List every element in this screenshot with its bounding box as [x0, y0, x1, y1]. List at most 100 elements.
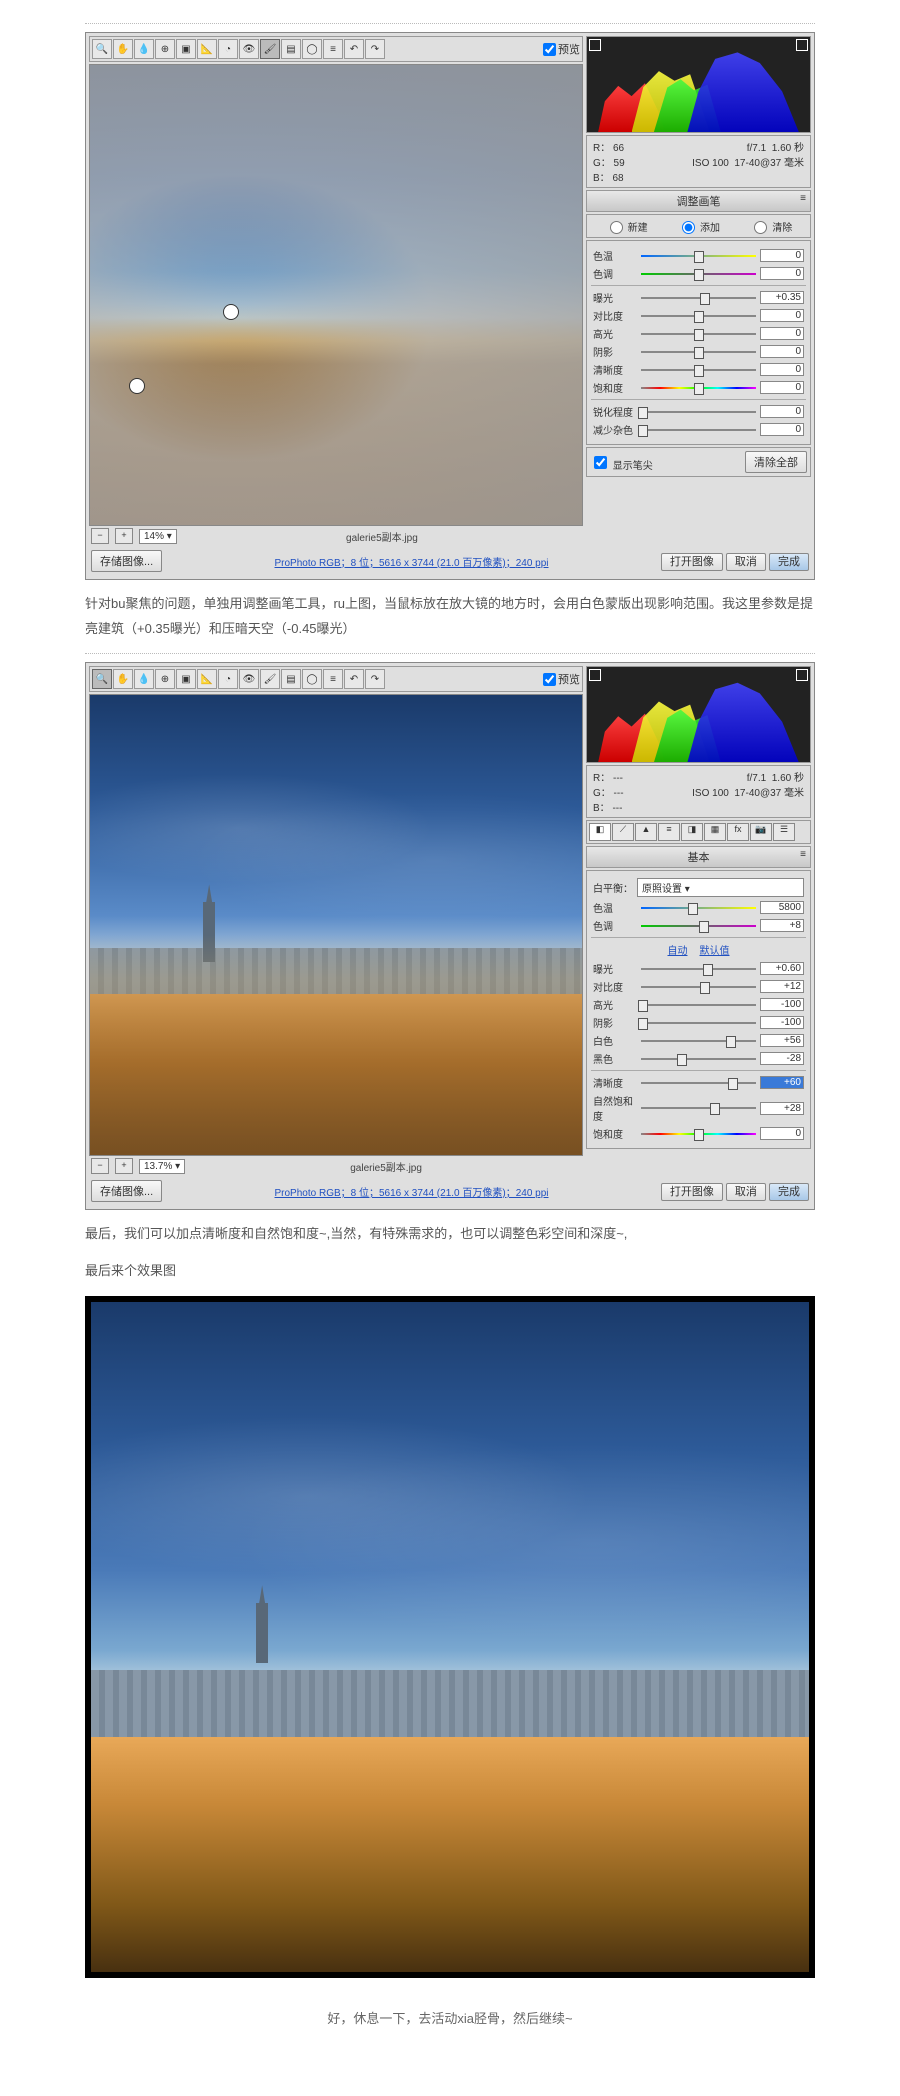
slider-value[interactable]: 0	[760, 327, 804, 340]
radial-icon[interactable]: ◯	[302, 669, 322, 689]
auto-link[interactable]: 自动	[668, 942, 688, 957]
slider-value[interactable]: -100	[760, 1016, 804, 1029]
slider-track[interactable]	[641, 1129, 756, 1139]
panel-menu-icon[interactable]: ≡	[800, 193, 806, 204]
zoom-value[interactable]: 13.7% ▾	[139, 1159, 185, 1174]
slider-track[interactable]	[641, 407, 756, 417]
slider-track[interactable]	[641, 425, 756, 435]
cancel-button[interactable]: 取消	[726, 553, 766, 571]
image-canvas[interactable]	[89, 694, 583, 1156]
sampler-icon[interactable]: ⊕	[155, 669, 175, 689]
clear-all-button[interactable]: 清除全部	[745, 451, 807, 473]
slider-track[interactable]	[641, 1054, 756, 1064]
profile-link[interactable]: ProPhoto RGB；8 位；5616 x 3744 (21.0 百万像素)…	[275, 1184, 549, 1199]
slider-track[interactable]	[641, 903, 756, 913]
slider-track[interactable]	[641, 269, 756, 279]
show-needle-checkbox[interactable]: 显示笔尖	[590, 453, 653, 472]
straighten-icon[interactable]: 📐	[197, 669, 217, 689]
tab-detail[interactable]: ▲	[635, 823, 657, 841]
zoom-value[interactable]: 14% ▾	[139, 529, 177, 544]
panel-menu-icon[interactable]: ≡	[800, 849, 806, 860]
slider-track[interactable]	[641, 383, 756, 393]
brush-icon[interactable]: 🖌	[260, 669, 280, 689]
tab-camera[interactable]: 📷	[750, 823, 772, 841]
tab-lens[interactable]: ▦	[704, 823, 726, 841]
preview-checkbox[interactable]: 预览	[543, 671, 580, 687]
save-image-button[interactable]: 存储图像...	[91, 1180, 162, 1202]
crop-icon[interactable]: ▣	[176, 669, 196, 689]
slider-value[interactable]: 0	[760, 1127, 804, 1140]
prefs-icon[interactable]: ≡	[323, 669, 343, 689]
rotate-cw-icon[interactable]: ↷	[365, 669, 385, 689]
zoom-tool-icon[interactable]: 🔍	[92, 669, 112, 689]
redeye-icon[interactable]: 👁	[239, 669, 259, 689]
slider-track[interactable]	[641, 293, 756, 303]
slider-track[interactable]	[641, 1018, 756, 1028]
profile-link[interactable]: ProPhoto RGB；8 位；5616 x 3744 (21.0 百万像素)…	[275, 554, 549, 569]
slider-track[interactable]	[641, 1000, 756, 1010]
open-image-button[interactable]: 打开图像	[661, 1183, 723, 1201]
image-canvas[interactable]	[89, 64, 583, 526]
slider-value[interactable]: +12	[760, 980, 804, 993]
hand-tool-icon[interactable]: ✋	[113, 669, 133, 689]
spot-icon[interactable]: ◔	[218, 669, 238, 689]
tab-basic[interactable]: ◧	[589, 823, 611, 841]
zoom-in-button[interactable]: +	[115, 1158, 133, 1174]
slider-value[interactable]: 0	[760, 267, 804, 280]
slider-track[interactable]	[641, 329, 756, 339]
slider-value[interactable]: -28	[760, 1052, 804, 1065]
eyedropper-icon[interactable]: 💧	[134, 669, 154, 689]
slider-value[interactable]: 0	[760, 423, 804, 436]
slider-track[interactable]	[641, 1103, 756, 1113]
slider-track[interactable]	[641, 1036, 756, 1046]
slider-value[interactable]: +28	[760, 1102, 804, 1115]
spot-icon[interactable]: ◔	[218, 39, 238, 59]
slider-value[interactable]: 5800	[760, 901, 804, 914]
radial-icon[interactable]: ◯	[302, 39, 322, 59]
gradient-icon[interactable]: ▤	[281, 669, 301, 689]
wb-select[interactable]: 原照设置 ▾	[637, 878, 804, 897]
zoom-out-button[interactable]: −	[91, 528, 109, 544]
slider-value[interactable]: +8	[760, 919, 804, 932]
slider-value[interactable]: 0	[760, 249, 804, 262]
tab-curve[interactable]: ⟋	[612, 823, 634, 841]
slider-value[interactable]: -100	[760, 998, 804, 1011]
sampler-icon[interactable]: ⊕	[155, 39, 175, 59]
slider-value[interactable]: 0	[760, 405, 804, 418]
eyedropper-icon[interactable]: 💧	[134, 39, 154, 59]
slider-track[interactable]	[641, 365, 756, 375]
slider-value[interactable]: 0	[760, 363, 804, 376]
slider-track[interactable]	[641, 251, 756, 261]
slider-track[interactable]	[641, 1078, 756, 1088]
preview-checkbox[interactable]: 预览	[543, 41, 580, 57]
zoom-tool-icon[interactable]: 🔍	[92, 39, 112, 59]
adjustment-pin[interactable]	[223, 304, 239, 320]
slider-value[interactable]: 0	[760, 381, 804, 394]
rotate-cw-icon[interactable]: ↷	[365, 39, 385, 59]
cancel-button[interactable]: 取消	[726, 1183, 766, 1201]
slider-value[interactable]: +0.35	[760, 291, 804, 304]
straighten-icon[interactable]: 📐	[197, 39, 217, 59]
slider-track[interactable]	[641, 347, 756, 357]
slider-value[interactable]: +56	[760, 1034, 804, 1047]
crop-icon[interactable]: ▣	[176, 39, 196, 59]
slider-value[interactable]: +0.60	[760, 962, 804, 975]
slider-value[interactable]: 0	[760, 345, 804, 358]
done-button[interactable]: 完成	[769, 1183, 809, 1201]
zoom-in-button[interactable]: +	[115, 528, 133, 544]
open-image-button[interactable]: 打开图像	[661, 553, 723, 571]
tab-split[interactable]: ◨	[681, 823, 703, 841]
tab-fx[interactable]: fx	[727, 823, 749, 841]
prefs-icon[interactable]: ≡	[323, 39, 343, 59]
tab-hsl[interactable]: ≡	[658, 823, 680, 841]
done-button[interactable]: 完成	[769, 553, 809, 571]
rotate-ccw-icon[interactable]: ↶	[344, 669, 364, 689]
slider-track[interactable]	[641, 311, 756, 321]
slider-value[interactable]: 0	[760, 309, 804, 322]
slider-track[interactable]	[641, 982, 756, 992]
slider-track[interactable]	[641, 921, 756, 931]
rotate-ccw-icon[interactable]: ↶	[344, 39, 364, 59]
slider-track[interactable]	[641, 964, 756, 974]
tab-preset[interactable]: ☰	[773, 823, 795, 841]
redeye-icon[interactable]: 👁	[239, 39, 259, 59]
